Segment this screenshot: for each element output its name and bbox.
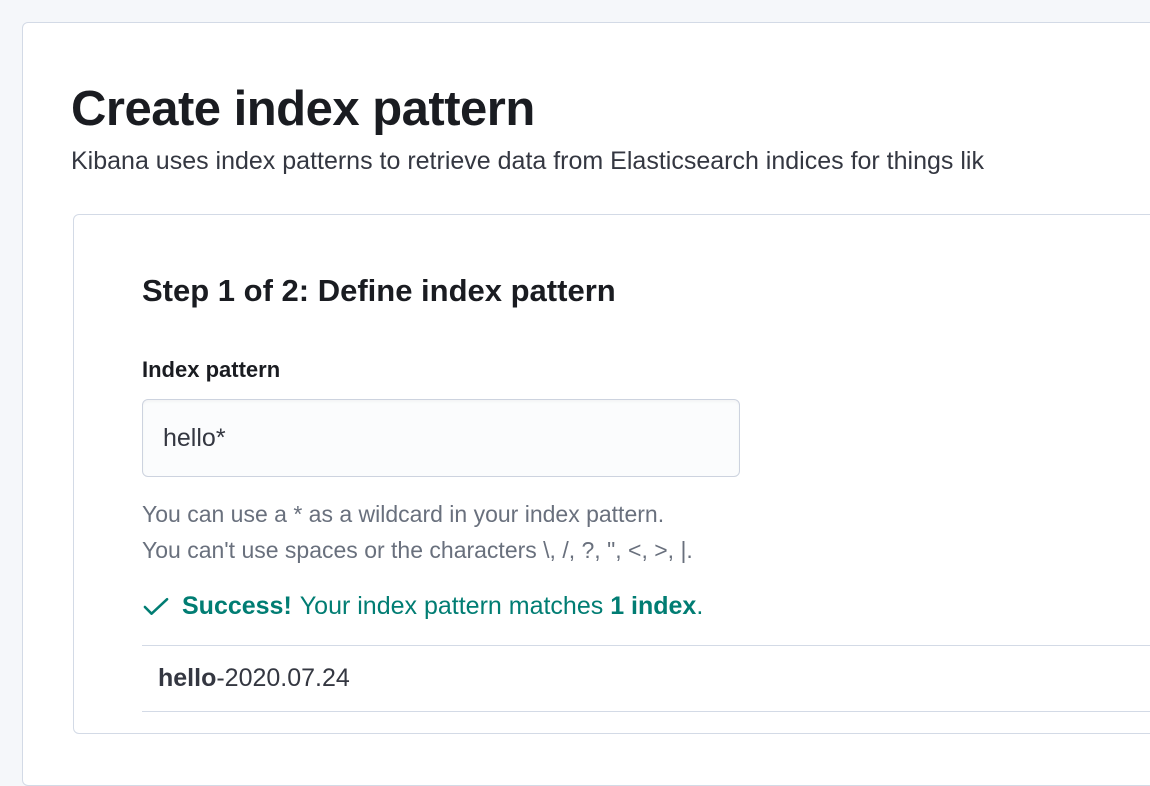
index-name-highlight: hello [158, 664, 216, 692]
success-count: 1 index [610, 592, 696, 620]
step-panel: Step 1 of 2: Define index pattern Index … [73, 214, 1150, 734]
index-pattern-label: Index pattern [142, 357, 1150, 383]
step-title: Step 1 of 2: Define index pattern [142, 273, 1150, 309]
page-subtitle: Kibana uses index patterns to retrieve d… [71, 147, 1150, 176]
help-text-line2: You can't use spaces or the characters \… [142, 533, 1150, 569]
help-text: You can use a * as a wildcard in your in… [142, 497, 1150, 568]
page-title: Create index pattern [71, 81, 1150, 137]
success-prefix: Success! [182, 592, 292, 621]
success-message: Success! Your index pattern matches 1 in… [142, 592, 1150, 621]
success-text: Your index pattern matches 1 index. [300, 592, 704, 621]
index-pattern-input[interactable] [142, 399, 740, 477]
help-text-line1: You can use a * as a wildcard in your in… [142, 497, 1150, 533]
table-row: hello-2020.07.24 [142, 645, 1150, 712]
page-container: Create index pattern Kibana uses index p… [22, 22, 1150, 786]
index-name-rest: -2020.07.24 [216, 664, 349, 692]
check-icon [142, 597, 170, 617]
matched-indices-table: hello-2020.07.24 [142, 645, 1150, 712]
